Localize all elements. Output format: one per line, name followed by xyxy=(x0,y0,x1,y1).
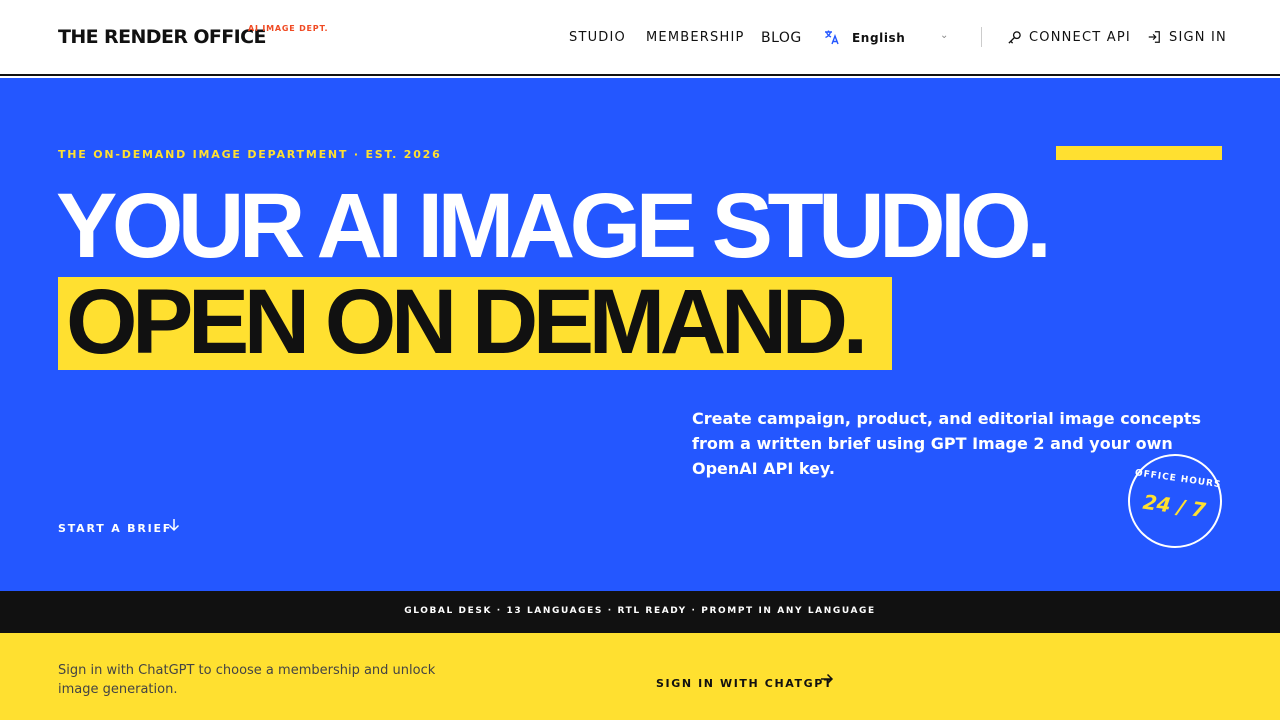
key-icon xyxy=(1008,31,1021,44)
signin-band: Sign in with ChatGPT to choose a members… xyxy=(0,633,1280,720)
sign-in-icon xyxy=(1148,31,1160,43)
language-selected: English xyxy=(852,31,906,45)
nav-blog[interactable]: BLOG xyxy=(761,30,802,46)
arrow-down-icon xyxy=(168,519,180,532)
hero-eyebrow: THE ON-DEMAND IMAGE DEPARTMENT · EST. 20… xyxy=(58,148,442,161)
badge-title: OFFICE HOURS xyxy=(1134,468,1222,491)
translate-icon xyxy=(825,30,839,45)
hero-section: THE ON-DEMAND IMAGE DEPARTMENT · EST. 20… xyxy=(0,78,1280,591)
ticker-text: GLOBAL DESK · 13 LANGUAGES · RTL READY ·… xyxy=(404,606,876,616)
sign-in-chatgpt-button[interactable]: SIGN IN WITH CHATGPT xyxy=(656,672,834,690)
language-select[interactable]: English ⌄ xyxy=(824,28,950,48)
brand-logo[interactable]: THE RENDER OFFICE xyxy=(58,26,266,48)
decorative-bar xyxy=(1056,146,1222,160)
sign-in-label: SIGN IN xyxy=(1169,30,1227,45)
nav-divider xyxy=(981,27,982,47)
hero-headline-line1: YOUR AI IMAGE STUDIO. xyxy=(56,175,1052,277)
site-header: THE RENDER OFFICE AI IMAGE DEPT. STUDIO … xyxy=(0,0,1280,76)
connect-api-label: CONNECT API xyxy=(1029,30,1131,45)
hero-headline-line2: OPEN ON DEMAND. xyxy=(66,271,868,373)
arrow-right-icon xyxy=(821,673,834,685)
badge-value: 24 / 7 xyxy=(1141,489,1208,523)
signin-message: Sign in with ChatGPT to choose a members… xyxy=(58,663,436,697)
sign-in-chatgpt-label: SIGN IN WITH CHATGPT xyxy=(656,677,834,690)
brand-tag: AI IMAGE DEPT. xyxy=(248,24,329,33)
nav-studio[interactable]: STUDIO xyxy=(569,30,626,45)
chevron-down-icon: ⌄ xyxy=(940,30,949,41)
nav-membership[interactable]: MEMBERSHIP xyxy=(646,30,745,45)
ticker-band: GLOBAL DESK · 13 LANGUAGES · RTL READY ·… xyxy=(0,591,1280,633)
start-brief-label: START A BRIEF xyxy=(58,522,173,535)
start-brief-button[interactable]: START A BRIEF xyxy=(58,517,180,535)
